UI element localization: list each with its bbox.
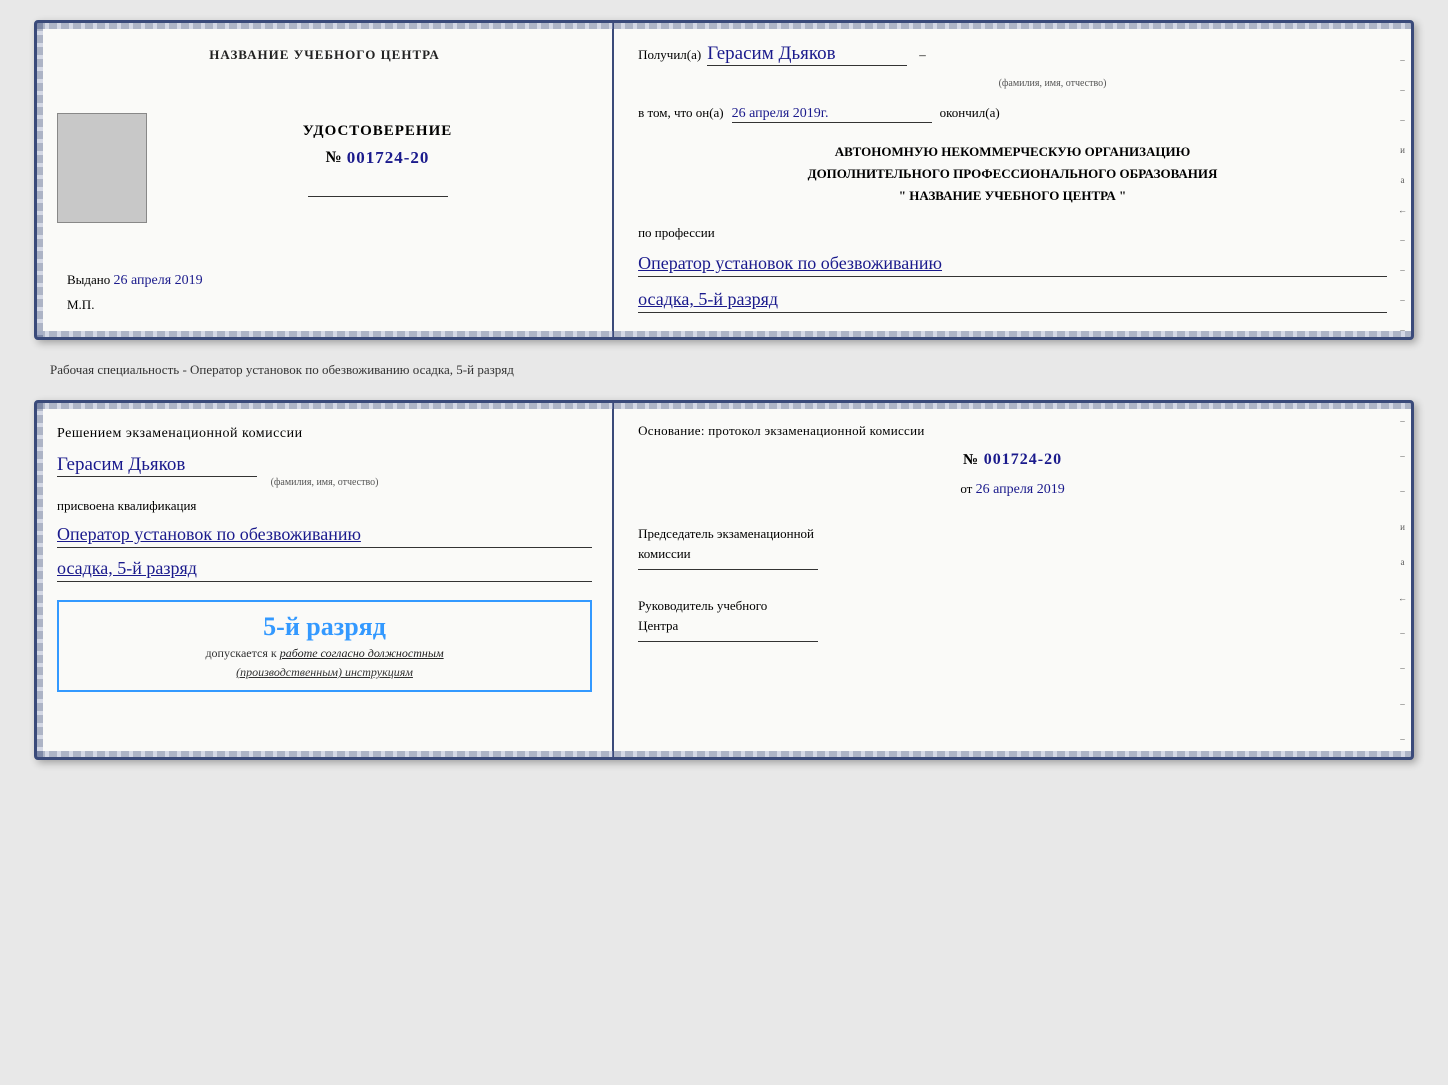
mp-label: М.П.: [67, 297, 94, 313]
rukovoditel-block: Руководитель учебного Центра: [638, 596, 1387, 642]
cert-left-panel: НАЗВАНИЕ УЧЕБНОГО ЦЕНТРА УДОСТОВЕРЕНИЕ №…: [37, 23, 614, 337]
dash1: –: [919, 47, 926, 63]
cert-number-prefix: №: [326, 149, 343, 167]
org-name-top: НАЗВАНИЕ УЧЕБНОГО ЦЕНТРА: [209, 47, 440, 63]
ot-date-block: от 26 апреля 2019: [638, 481, 1387, 498]
ot-date: 26 апреля 2019: [976, 482, 1065, 497]
cert2-left-panel: Решением экзаменационной комиссии Гераси…: [37, 403, 614, 757]
vydano-line: Выдано 26 апреля 2019: [67, 272, 592, 289]
stamp-box: 5-й разряд допускается к работе согласно…: [57, 600, 592, 692]
separator-label: Рабочая специальность - Оператор установ…: [34, 358, 1414, 382]
protokol-number-block: № 001724-20: [638, 451, 1387, 469]
vydano-date: 26 апреля 2019: [114, 273, 203, 288]
qual-line1: Оператор установок по обезвоживанию: [57, 524, 361, 544]
profession-line2-block: осадка, 5-й разряд: [638, 289, 1387, 313]
fio2-sublabel: (фамилия, имя, отчество): [57, 477, 592, 488]
profession-line2: осадка, 5-й разряд: [638, 289, 778, 309]
po-professii: по профессии: [638, 225, 1387, 241]
stamp-title: 5-й разряд: [263, 612, 386, 642]
stamp-sub: допускается к работе согласно должностны…: [205, 646, 443, 661]
recipient-name: Герасим Дьяков: [707, 43, 907, 66]
cert2-right-panel: Основание: протокол экзаменационной коми…: [614, 403, 1411, 757]
recipient-line: Получил(а) Герасим Дьяков –: [638, 43, 1387, 66]
protokol-number: 001724-20: [984, 451, 1062, 468]
fio-sublabel: (фамилия, имя, отчество): [718, 78, 1387, 89]
cert-number: 001724-20: [347, 148, 430, 168]
predsedatel-signature: [638, 569, 818, 570]
org-description: АВТОНОМНУЮ НЕКОММЕРЧЕСКУЮ ОРГАНИЗАЦИЮ ДО…: [638, 141, 1387, 207]
prisvoena-label: присвоена квалификация: [57, 498, 592, 514]
side-markers-2: – – – и а ← – – – –: [1398, 403, 1407, 757]
cert-right-panel: Получил(а) Герасим Дьяков – (фамилия, им…: [614, 23, 1411, 337]
osnovanie-label: Основание: протокол экзаменационной коми…: [638, 423, 1387, 439]
certificate-card-1: НАЗВАНИЕ УЧЕБНОГО ЦЕНТРА УДОСТОВЕРЕНИЕ №…: [34, 20, 1414, 340]
vtom-line: в том, что он(а) 26 апреля 2019г. окончи…: [638, 105, 1387, 123]
predsedatel-block: Председатель экзаменационной комиссии: [638, 524, 1387, 570]
stamp-sub2: работе согласно должностным: [280, 646, 444, 660]
qual-line2: осадка, 5-й разряд: [57, 558, 197, 578]
recipient2-block: Герасим Дьяков (фамилия, имя, отчество): [57, 454, 592, 488]
photo-placeholder: [57, 113, 147, 223]
qual-line2-block: осадка, 5-й разряд: [57, 558, 592, 582]
profession-line1: Оператор установок по обезвоживанию: [638, 253, 942, 273]
resheniem-label: Решением экзаменационной комиссии: [57, 423, 592, 444]
stamp-sub3: (производственным) инструкциям: [236, 665, 413, 680]
rukovoditel-signature: [638, 641, 818, 642]
recipient2-name: Герасим Дьяков: [57, 454, 257, 477]
cert-title: УДОСТОВЕРЕНИЕ: [303, 123, 453, 140]
certificate-card-2: Решением экзаменационной комиссии Гераси…: [34, 400, 1414, 760]
date-value: 26 апреля 2019г.: [732, 106, 932, 123]
profession-line1-block: Оператор установок по обезвоживанию: [638, 253, 1387, 277]
qual-line1-block: Оператор установок по обезвоживанию: [57, 524, 592, 548]
